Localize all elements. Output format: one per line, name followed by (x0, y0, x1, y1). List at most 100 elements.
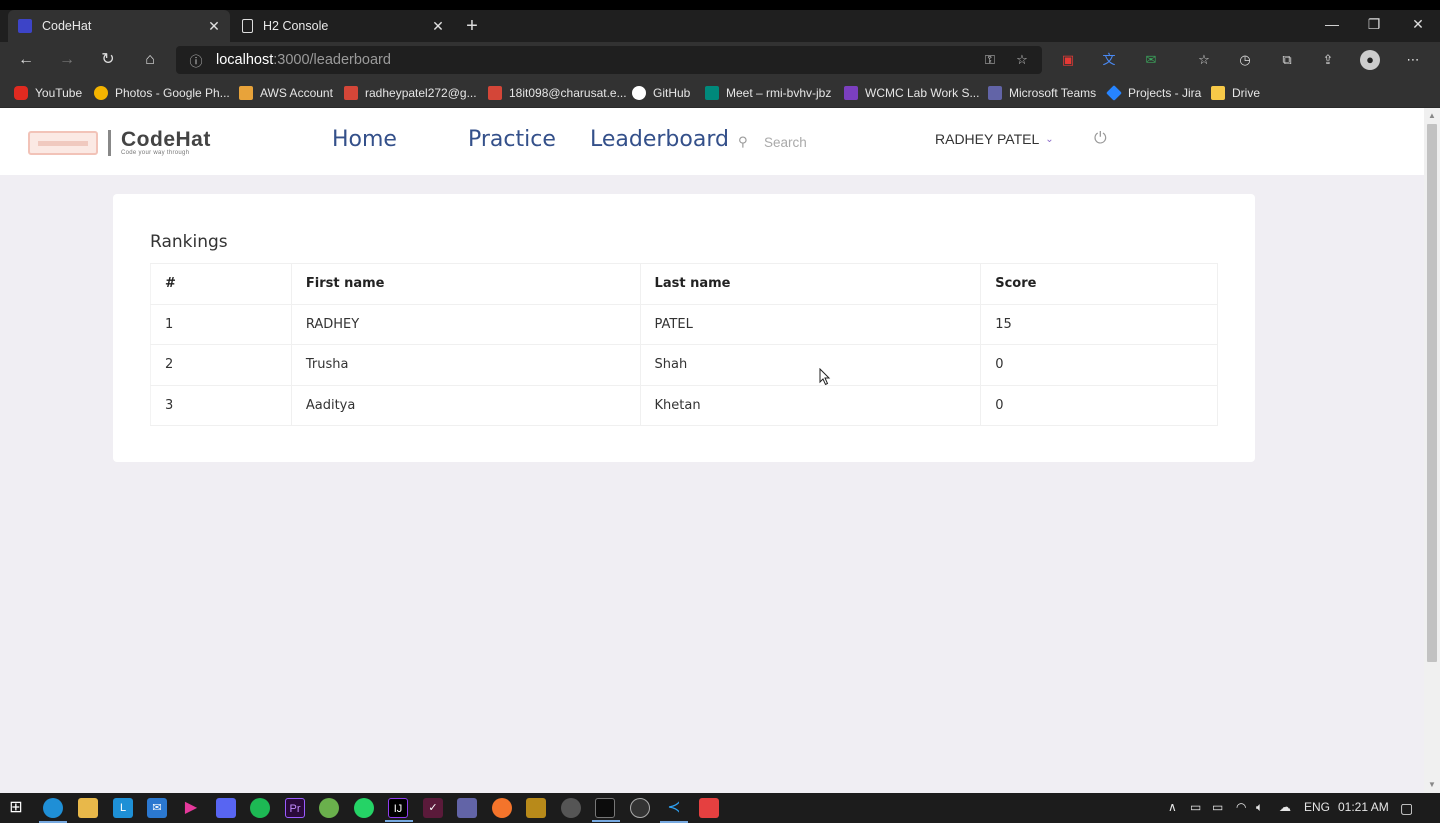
user-menu[interactable]: RADHEY PATEL ⌄ (935, 131, 1054, 147)
language-indicator[interactable]: ENG (1304, 800, 1330, 814)
bookmark-aws[interactable]: AWS Account (239, 84, 333, 102)
extension-icon[interactable]: ✉ (1141, 50, 1161, 70)
teams-icon[interactable] (457, 798, 477, 818)
rank-cell: 3 (150, 384, 292, 426)
app-l-icon[interactable]: L (113, 798, 133, 818)
codehat-logo[interactable]: CodeHat Code your way through (28, 128, 211, 156)
search-input[interactable] (764, 129, 904, 155)
rank-cell: 1 (150, 303, 292, 345)
bookmark-gmail-1[interactable]: radheypatel272@g... (344, 84, 477, 102)
meet-now-icon[interactable]: ▭ (1190, 800, 1201, 814)
key-icon[interactable]: ⚿ (980, 50, 1000, 70)
nav-leaderboard-link[interactable]: Leaderboard (590, 127, 729, 152)
onedrive-cloud-icon[interactable]: ☁ (1279, 800, 1291, 814)
table-row: 1 RADHEY PATEL 15 (150, 303, 1218, 345)
bookmark-jira[interactable]: Projects - Jira (1106, 84, 1201, 102)
minimize-icon[interactable]: — (1318, 14, 1346, 34)
windows-taskbar: ⊞ L ✉ ▶ Pr IJ ✓ ≺ ∧ ▭ ▭ ◠ 🔈︎ ☁ ENG 01:21… (0, 793, 1440, 823)
app-v-icon[interactable]: ✓ (423, 798, 443, 818)
scrollbar-thumb[interactable] (1427, 124, 1437, 662)
score-cell: 15 (980, 303, 1218, 345)
close-window-icon[interactable]: ✕ (1404, 14, 1432, 34)
site-info-icon[interactable]: ⓘ (182, 51, 210, 70)
clock[interactable]: 01:21 AM (1338, 800, 1389, 814)
translate-extension-icon[interactable]: 文 (1099, 50, 1119, 70)
tab-h2-console[interactable]: H2 Console ✕ (232, 10, 454, 42)
first-name-cell: RADHEY (290, 303, 641, 345)
aws-icon (239, 86, 253, 100)
teams-icon (988, 86, 1002, 100)
whatsapp-icon[interactable] (354, 798, 374, 818)
youtube-icon (14, 86, 28, 100)
scroll-down-icon[interactable]: ▼ (1427, 780, 1437, 790)
forward-icon[interactable]: → (55, 48, 79, 72)
close-tab-icon[interactable]: ✕ (206, 18, 222, 34)
more-options-icon[interactable]: ⋯ (1403, 50, 1423, 70)
new-tab-icon[interactable]: + (462, 16, 482, 36)
bookmark-github[interactable]: GitHub (632, 84, 690, 102)
restore-icon[interactable]: ❐ (1360, 14, 1388, 34)
logout-power-icon[interactable]: ⏻ (1094, 130, 1107, 148)
tab-codehat[interactable]: CodeHat ✕ (8, 10, 230, 42)
last-name-cell: Shah (639, 344, 982, 386)
bookmark-drive[interactable]: Drive (1211, 84, 1260, 102)
app-red-icon[interactable] (699, 798, 719, 818)
profile-avatar-icon[interactable]: ● (1360, 50, 1380, 70)
column-header-last-name: Last name (639, 263, 982, 305)
home-icon[interactable]: ⌂ (138, 48, 162, 72)
app-navbar: CodeHat Code your way through Home Pract… (0, 108, 1424, 175)
notifications-icon[interactable]: ▢ (1400, 800, 1413, 817)
media-player-icon[interactable]: ▶ (181, 798, 201, 818)
close-tab-icon[interactable]: ✕ (430, 18, 446, 34)
terminal-icon[interactable] (592, 798, 620, 822)
page-icon (242, 19, 253, 33)
nav-home-link[interactable]: Home (332, 127, 397, 152)
github-desktop-icon[interactable] (630, 798, 650, 818)
bookmark-gmail-2[interactable]: 18it098@charusat.e... (488, 84, 627, 102)
table-header-row: # First name Last name Score (150, 263, 1218, 305)
collections-icon[interactable]: ⧉ (1277, 50, 1297, 70)
scroll-up-icon[interactable]: ▲ (1427, 111, 1437, 121)
spotify-icon[interactable] (250, 798, 270, 818)
intellij-icon[interactable]: IJ (385, 798, 413, 822)
history-icon[interactable]: ◷ (1235, 50, 1255, 70)
windows-start-icon[interactable]: ⊞ (6, 798, 26, 818)
favorites-icon[interactable]: ☆ (1194, 50, 1214, 70)
mail-icon[interactable]: ✉ (147, 798, 167, 818)
bookmark-teams[interactable]: Microsoft Teams (988, 84, 1096, 102)
bookmark-wcmc[interactable]: WCMC Lab Work S... (844, 84, 979, 102)
back-icon[interactable]: ← (14, 48, 38, 72)
battery-icon[interactable]: ▭ (1212, 800, 1223, 814)
bookmarks-bar: YouTube Photos - Google Ph... AWS Accoun… (0, 78, 1440, 108)
app-icon[interactable] (319, 798, 339, 818)
nav-practice-link[interactable]: Practice (468, 127, 556, 152)
vscode-icon[interactable]: ≺ (660, 798, 688, 823)
first-name-cell: Trusha (290, 344, 641, 386)
share-icon[interactable]: ⇪ (1318, 50, 1338, 70)
pocket-extension-icon[interactable]: ▣ (1058, 50, 1078, 70)
volume-icon[interactable]: 🔈︎ (1256, 800, 1263, 815)
edge-browser-icon[interactable] (39, 798, 67, 823)
add-favorite-icon[interactable]: ☆ (1012, 50, 1032, 70)
page-viewport: CodeHat Code your way through Home Pract… (0, 108, 1424, 793)
address-bar[interactable]: ⓘ localhost:3000/leaderboard ⚿ ☆ (176, 46, 1042, 74)
tab-title: H2 Console (263, 19, 329, 33)
page-scrollbar[interactable]: ▲ ▼ (1424, 108, 1440, 793)
refresh-icon[interactable]: ↻ (96, 48, 120, 72)
wifi-icon[interactable]: ◠ (1236, 800, 1246, 814)
logo-divider (108, 130, 111, 156)
postman-icon[interactable] (492, 798, 512, 818)
show-hidden-icons-chevron-icon[interactable]: ∧ (1168, 800, 1177, 814)
discord-icon[interactable] (216, 798, 236, 818)
bookmark-youtube[interactable]: YouTube (14, 84, 82, 102)
column-header-first-name: First name (290, 263, 641, 305)
bookmark-google-photos[interactable]: Photos - Google Ph... (94, 84, 230, 102)
file-explorer-icon[interactable] (78, 798, 98, 818)
app-grid-icon[interactable] (526, 798, 546, 818)
bookmark-meet[interactable]: Meet – rmi-bvhv-jbz (705, 84, 831, 102)
app-circle-icon[interactable] (561, 798, 581, 818)
table-row: 2 Trusha Shah 0 (150, 344, 1218, 386)
brand-name: CodeHat (121, 128, 211, 151)
premiere-icon[interactable]: Pr (285, 798, 305, 818)
tab-title: CodeHat (42, 19, 92, 33)
